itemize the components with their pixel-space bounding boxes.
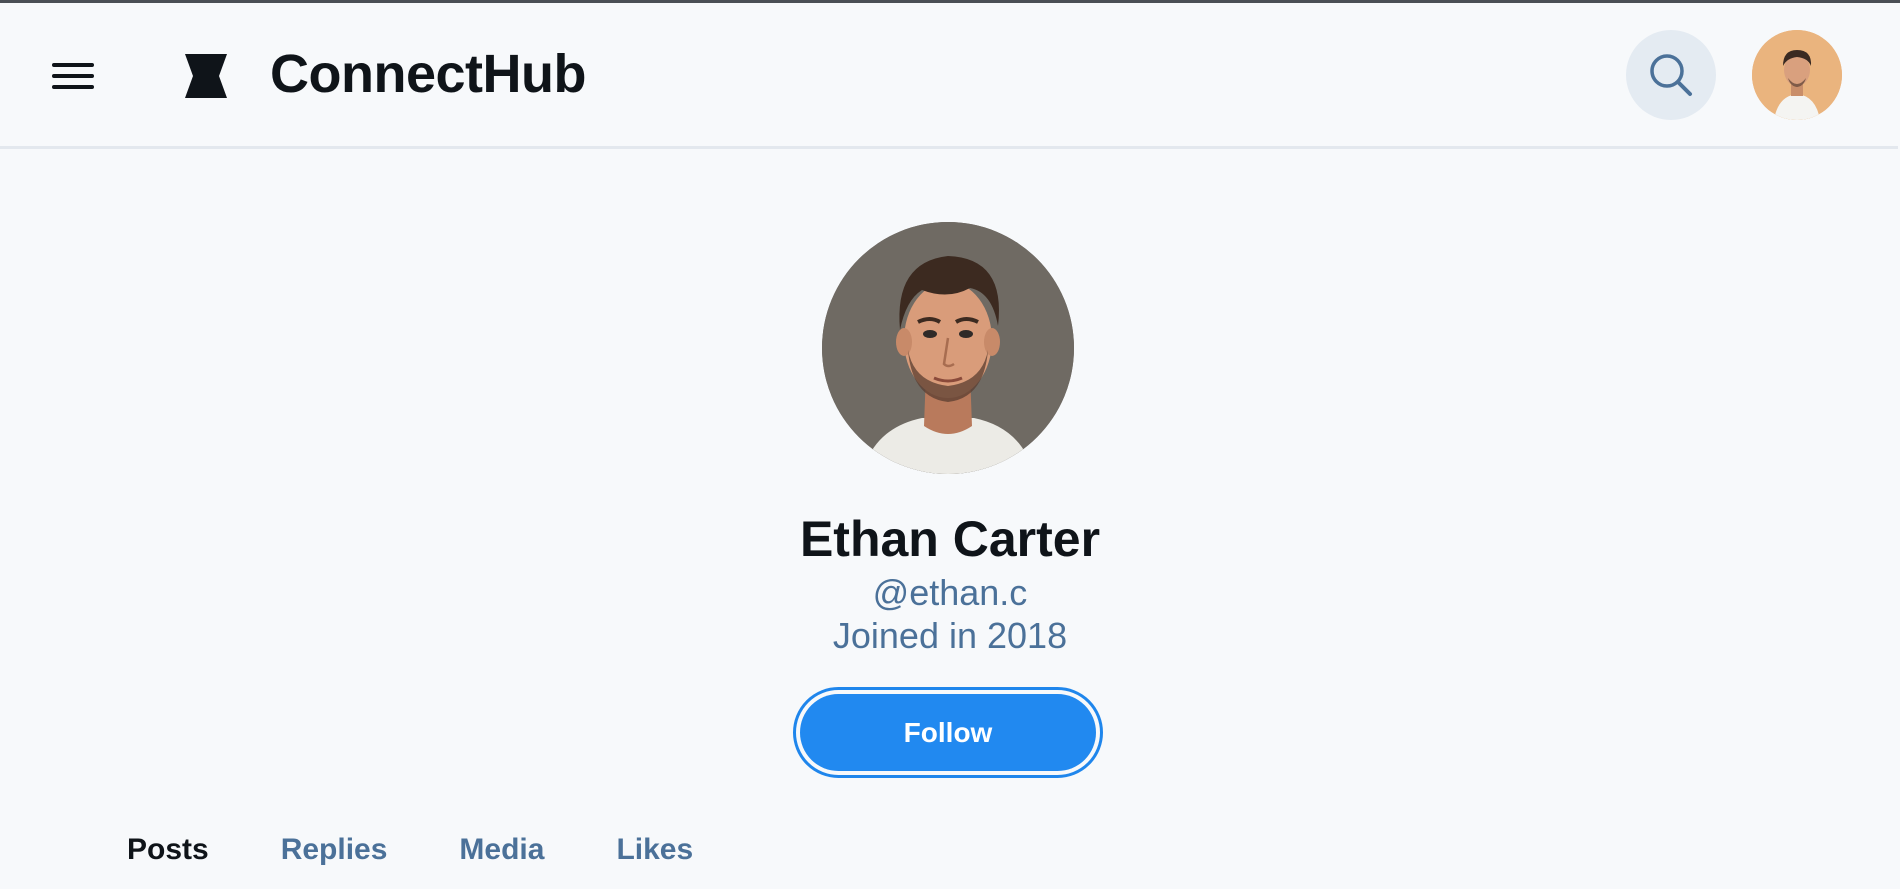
profile-handle: @ethan.c [872,572,1028,613]
profile-photo [822,222,1074,474]
follow-button[interactable]: Follow [793,687,1103,778]
profile-portrait-image [822,222,1074,474]
user-avatar[interactable] [1752,30,1842,120]
follow-button-label: Follow [800,694,1096,771]
connecthub-logo-icon[interactable] [183,54,229,98]
tab-likes[interactable]: Likes [616,833,693,867]
tab-replies[interactable]: Replies [281,833,388,867]
profile-tabs: Posts Replies Media Likes [127,833,765,867]
tab-media[interactable]: Media [459,833,544,867]
top-navigation-bar: ConnectHub [0,3,1898,149]
hamburger-menu-icon[interactable] [52,52,110,100]
tab-posts[interactable]: Posts [127,833,209,867]
joined-date: Joined in 2018 [832,615,1068,656]
search-button[interactable] [1626,30,1716,120]
user-avatar-portrait [1752,30,1842,120]
app-brand-name[interactable]: ConnectHub [270,43,586,105]
search-icon [1650,54,1692,96]
profile-name: Ethan Carter [799,511,1101,567]
